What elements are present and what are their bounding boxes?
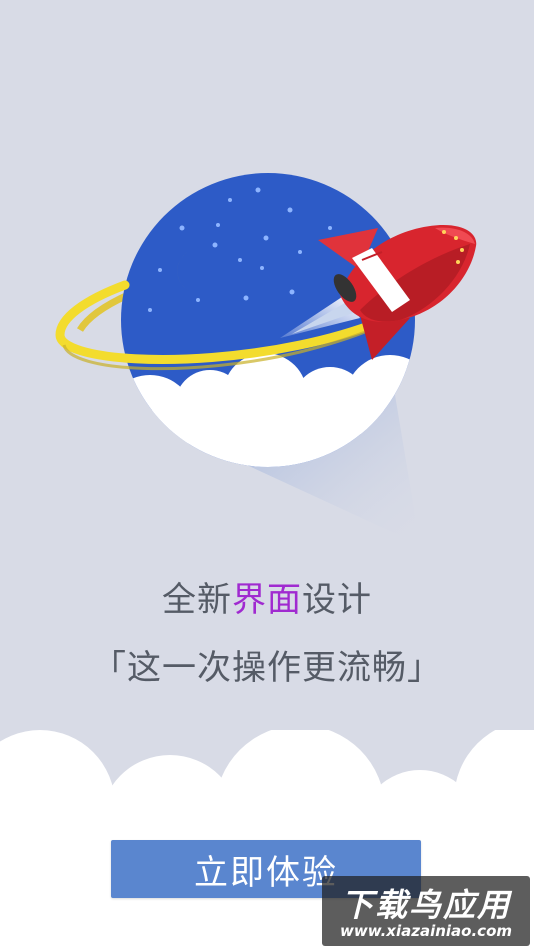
subheadline: 「这一次操作更流畅」 [92,648,442,688]
watermark-badge: 下载鸟应用 www.xiazainiao.com [322,876,530,946]
headline: 全新界面设计 [0,572,534,621]
watermark-url: www.xiazainiao.com [339,922,513,940]
headline-prefix: 全新 [162,580,232,620]
planet-rocket-illustration [55,173,477,545]
headline-suffix: 设计 [302,580,372,620]
headline-highlight: 界面 [232,580,302,620]
watermark-title: 下载鸟应用 [340,886,511,924]
